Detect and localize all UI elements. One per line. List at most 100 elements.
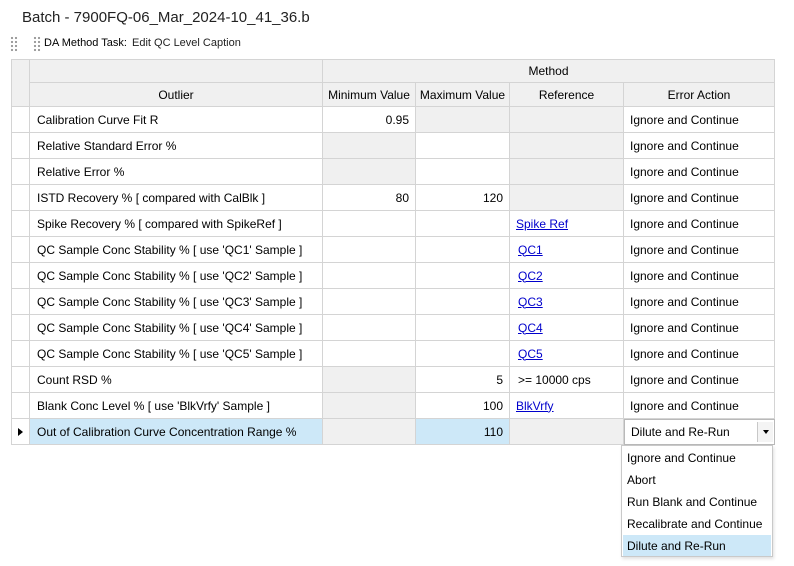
column-header-reference[interactable]: Reference [510, 83, 624, 107]
minimum-value-cell[interactable] [323, 289, 416, 315]
outlier-name-cell[interactable]: Relative Standard Error % [30, 133, 323, 159]
column-header-outlier[interactable]: Outlier [30, 83, 323, 107]
row-header[interactable] [11, 107, 30, 133]
maximum-value-cell[interactable] [416, 211, 510, 237]
maximum-value-cell[interactable] [416, 341, 510, 367]
error-action-cell[interactable]: Ignore and Continue [624, 289, 775, 315]
reference-cell[interactable]: Spike Ref [510, 211, 624, 237]
error-action-cell[interactable]: Ignore and Continue [624, 185, 775, 211]
reference-link[interactable]: QC4 [518, 321, 543, 335]
outlier-name-cell[interactable]: Relative Error % [30, 159, 323, 185]
error-action-cell[interactable]: Ignore and Continue [624, 159, 775, 185]
minimum-value-cell[interactable] [323, 315, 416, 341]
maximum-value-cell[interactable] [416, 237, 510, 263]
toolbar-grip-icon[interactable] [33, 36, 41, 52]
outlier-name-cell[interactable]: QC Sample Conc Stability % [ use 'QC3' S… [30, 289, 323, 315]
minimum-value-cell[interactable]: 80 [323, 185, 416, 211]
row-header[interactable] [11, 185, 30, 211]
row-header[interactable] [11, 237, 30, 263]
reference-cell[interactable] [510, 133, 624, 159]
maximum-value-cell[interactable]: 5 [416, 367, 510, 393]
reference-link[interactable]: QC2 [518, 269, 543, 283]
error-action-cell[interactable]: Ignore and Continue [624, 367, 775, 393]
reference-cell[interactable]: QC5 [510, 341, 624, 367]
row-header[interactable] [11, 211, 30, 237]
minimum-value-cell[interactable] [323, 263, 416, 289]
maximum-value-cell[interactable] [416, 289, 510, 315]
dropdown-option[interactable]: Recalibrate and Continue [623, 513, 771, 534]
error-action-cell[interactable]: Ignore and Continue [624, 393, 775, 419]
reference-cell[interactable]: QC1 [510, 237, 624, 263]
toolbar-grip-icon[interactable] [10, 36, 18, 52]
outlier-name-cell[interactable]: Calibration Curve Fit R [30, 107, 323, 133]
minimum-value-cell[interactable] [323, 237, 416, 263]
dropdown-option[interactable]: Ignore and Continue [623, 447, 771, 468]
combo-dropdown-button[interactable] [757, 422, 773, 442]
minimum-value-cell[interactable] [323, 133, 416, 159]
column-header-maximum-value[interactable]: Maximum Value [416, 83, 510, 107]
maximum-value-cell[interactable] [416, 263, 510, 289]
error-action-cell[interactable]: Ignore and Continue [624, 341, 775, 367]
outlier-name-cell[interactable]: QC Sample Conc Stability % [ use 'QC5' S… [30, 341, 323, 367]
row-header[interactable] [11, 315, 30, 341]
row-header[interactable] [11, 367, 30, 393]
reference-cell[interactable]: BlkVrfy [510, 393, 624, 419]
outlier-name-cell[interactable]: Spike Recovery % [ compared with SpikeRe… [30, 211, 323, 237]
error-action-cell[interactable]: Ignore and Continue [624, 211, 775, 237]
reference-cell[interactable] [510, 185, 624, 211]
minimum-value-cell[interactable]: 0.95 [323, 107, 416, 133]
reference-link[interactable]: BlkVrfy [516, 399, 554, 413]
maximum-value-cell[interactable]: 120 [416, 185, 510, 211]
minimum-value-cell[interactable] [323, 341, 416, 367]
outlier-name-cell[interactable]: Blank Conc Level % [ use 'BlkVrfy' Sampl… [30, 393, 323, 419]
reference-cell[interactable] [510, 107, 624, 133]
error-action-cell[interactable]: Ignore and Continue [624, 133, 775, 159]
row-header[interactable] [11, 341, 30, 367]
outlier-grid[interactable]: Method Outlier Minimum Value Maximum Value R… [11, 59, 775, 445]
column-header-error-action[interactable]: Error Action [624, 83, 775, 107]
outlier-name-cell[interactable]: Count RSD % [30, 367, 323, 393]
dropdown-option[interactable]: Abort [623, 469, 771, 490]
maximum-value-cell[interactable]: 110 [416, 419, 510, 445]
row-header[interactable] [11, 159, 30, 185]
minimum-value-cell[interactable] [323, 419, 416, 445]
reference-link[interactable]: QC3 [518, 295, 543, 309]
minimum-value-cell[interactable] [323, 367, 416, 393]
outlier-name-cell[interactable]: ISTD Recovery % [ compared with CalBlk ] [30, 185, 323, 211]
minimum-value-cell[interactable] [323, 159, 416, 185]
minimum-value-cell[interactable] [323, 393, 416, 419]
outlier-name-cell[interactable]: QC Sample Conc Stability % [ use 'QC4' S… [30, 315, 323, 341]
row-header[interactable] [11, 393, 30, 419]
reference-cell[interactable]: QC4 [510, 315, 624, 341]
row-header[interactable] [11, 289, 30, 315]
reference-cell[interactable]: >= 10000 cps [510, 367, 624, 393]
maximum-value-cell[interactable] [416, 107, 510, 133]
outlier-name-cell[interactable]: QC Sample Conc Stability % [ use 'QC2' S… [30, 263, 323, 289]
reference-cell[interactable]: QC2 [510, 263, 624, 289]
error-action-cell[interactable]: Ignore and Continue [624, 107, 775, 133]
reference-link[interactable]: QC1 [518, 243, 543, 257]
outlier-name-cell[interactable]: Out of Calibration Curve Concentration R… [30, 419, 323, 445]
minimum-value-cell[interactable] [323, 211, 416, 237]
row-header[interactable] [11, 133, 30, 159]
maximum-value-cell[interactable] [416, 159, 510, 185]
column-header-minimum-value[interactable]: Minimum Value [323, 83, 416, 107]
reference-cell[interactable] [510, 419, 624, 445]
reference-link[interactable]: QC5 [518, 347, 543, 361]
row-header[interactable] [11, 263, 30, 289]
error-action-cell[interactable]: Ignore and Continue [624, 263, 775, 289]
row-header[interactable] [11, 419, 30, 445]
outlier-name-cell[interactable]: QC Sample Conc Stability % [ use 'QC1' S… [30, 237, 323, 263]
error-action-cell[interactable]: Ignore and Continue [624, 237, 775, 263]
reference-cell[interactable]: QC3 [510, 289, 624, 315]
error-action-cell[interactable]: Dilute and Re-Run [624, 419, 775, 445]
maximum-value-cell[interactable] [416, 133, 510, 159]
maximum-value-cell[interactable]: 100 [416, 393, 510, 419]
error-action-cell[interactable]: Ignore and Continue [624, 315, 775, 341]
reference-cell[interactable] [510, 159, 624, 185]
error-action-dropdown-list[interactable]: Ignore and Continue Abort Run Blank and Co… [621, 445, 773, 557]
reference-link[interactable]: Spike Ref [516, 217, 568, 231]
dropdown-option[interactable]: Dilute and Re-Run [623, 535, 771, 556]
dropdown-option[interactable]: Run Blank and Continue [623, 491, 771, 512]
maximum-value-cell[interactable] [416, 315, 510, 341]
